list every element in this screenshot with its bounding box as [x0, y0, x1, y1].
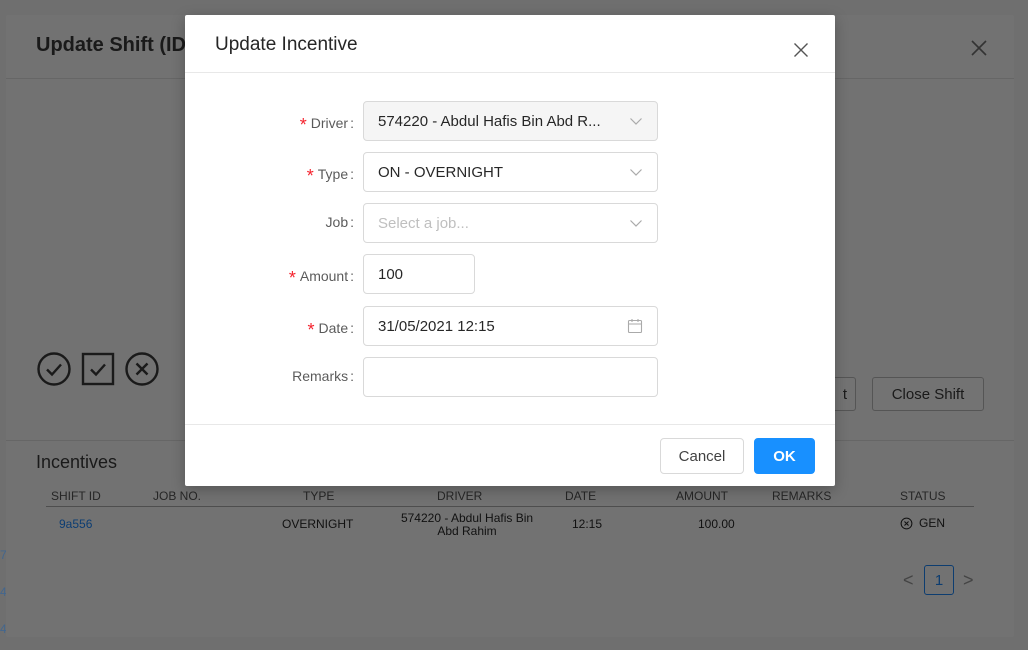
calendar-icon [627, 319, 643, 334]
update-incentive-modal: Update Incentive * Driver: 574220 - Abdul… [185, 15, 835, 486]
table-header: SHIFT ID JOB NO. TYPE DRIVER DATE AMOUNT… [46, 487, 974, 507]
close-icon[interactable] [970, 39, 988, 57]
column-header-amount: AMOUNT [676, 489, 728, 503]
modal-title: Update Incentive [215, 34, 358, 55]
pagination-page-1[interactable]: 1 [924, 565, 954, 595]
close-circle-icon[interactable] [124, 351, 160, 387]
amount-input[interactable]: 100 [363, 254, 475, 294]
date-row: * Date: 31/05/2021 12:15 [185, 306, 835, 346]
date-cell: 12:15 [572, 517, 603, 531]
pagination-next[interactable]: > [963, 565, 977, 595]
close-icon[interactable] [793, 42, 809, 58]
incentives-heading: Incentives [36, 452, 118, 472]
close-shift-button[interactable]: Close Shift [872, 377, 984, 411]
column-header-type: TYPE [303, 489, 335, 503]
date-value: 31/05/2021 12:15 [378, 317, 495, 335]
remarks-input[interactable] [363, 357, 658, 397]
shift-id-link[interactable]: 9a556 [59, 517, 92, 531]
driver-cell: 574220 - Abdul Hafis Bin Abd Rahim [400, 511, 534, 538]
column-header-job-no: JOB NO. [153, 489, 202, 503]
shift-modal-title: Update Shift (ID: [36, 34, 193, 56]
column-header-status: STATUS [900, 489, 946, 503]
amount-row: * Amount: 100 [185, 254, 835, 294]
check-circle-icon[interactable] [36, 351, 72, 387]
job-label: Job: [325, 214, 354, 230]
driver-row: * Driver: 574220 - Abdul Hafis Bin Abd R.… [185, 101, 835, 141]
chevron-down-icon [630, 118, 642, 125]
job-select[interactable]: Select a job... [363, 203, 658, 243]
driver-label: * Driver: [299, 115, 354, 135]
incentives-table: SHIFT ID JOB NO. TYPE DRIVER DATE AMOUNT… [46, 487, 974, 543]
close-circle-icon [900, 517, 913, 529]
date-label: * Date: [307, 320, 354, 340]
column-header-shift-id: SHIFT ID [51, 489, 101, 503]
modal-header: Update Incentive [185, 15, 835, 73]
shift-status-icons [36, 351, 160, 387]
remarks-row: Remarks: [185, 357, 835, 397]
remarks-label: Remarks: [292, 368, 354, 384]
status-cell: GEN [900, 516, 945, 530]
table-row: 9a556 OVERNIGHT 574220 - Abdul Hafis Bin… [46, 507, 974, 543]
status-text: GEN [919, 516, 946, 530]
amount-value: 100 [378, 265, 404, 283]
column-header-date: DATE [565, 489, 597, 503]
driver-select[interactable]: 574220 - Abdul Hafis Bin Abd R... [363, 101, 658, 141]
ok-button[interactable]: OK [754, 438, 815, 474]
amount-label: * Amount: [288, 268, 354, 288]
cancel-button[interactable]: Cancel [660, 438, 744, 474]
job-placeholder: Select a job... [378, 214, 469, 232]
driver-value: 574220 - Abdul Hafis Bin Abd R... [378, 112, 601, 130]
chevron-down-icon [630, 220, 642, 227]
type-label: * Type: [306, 166, 354, 186]
chevron-down-icon [630, 169, 642, 176]
column-header-remarks: REMARKS [772, 489, 832, 503]
type-value: ON - OVERNIGHT [378, 163, 504, 181]
amount-cell: 100.00 [698, 517, 735, 531]
job-row: Job: Select a job... [185, 203, 835, 243]
date-picker[interactable]: 31/05/2021 12:15 [363, 306, 658, 346]
modal-footer: Cancel OK [185, 424, 835, 486]
type-row: * Type: ON - OVERNIGHT [185, 152, 835, 192]
check-square-icon[interactable] [80, 351, 116, 387]
type-select[interactable]: ON - OVERNIGHT [363, 152, 658, 192]
pagination-prev[interactable]: < [903, 565, 917, 595]
type-cell: OVERNIGHT [282, 517, 354, 531]
column-header-driver: DRIVER [437, 489, 483, 503]
